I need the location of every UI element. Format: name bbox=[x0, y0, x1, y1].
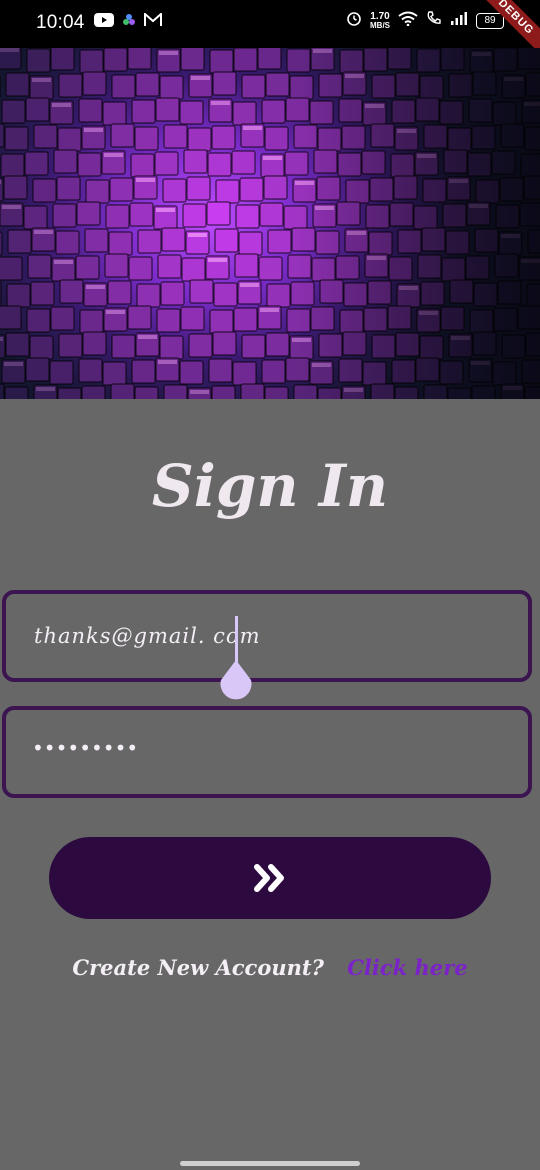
alarm-icon bbox=[346, 10, 362, 31]
home-indicator[interactable] bbox=[180, 1161, 360, 1166]
page-title: Sign In bbox=[151, 452, 389, 520]
call-icon bbox=[426, 10, 442, 31]
header-image bbox=[0, 48, 540, 399]
status-bar: 10:04 1.70 MB/S 89 DEBUG bbox=[0, 0, 540, 59]
signin-screen: 10:04 1.70 MB/S 89 DEBUG Sign In thanks@… bbox=[0, 0, 540, 1170]
password-input[interactable]: ••••••••• bbox=[32, 736, 138, 760]
cursor-handle-icon[interactable] bbox=[219, 660, 253, 700]
create-account-row: Create New Account? Click here bbox=[0, 955, 540, 980]
purple-cubes-wall-image bbox=[0, 48, 540, 399]
app-icon bbox=[122, 13, 136, 32]
net-speed-value: 1.70 bbox=[370, 10, 390, 22]
status-time: 10:04 bbox=[36, 12, 85, 33]
double-chevron-right-icon bbox=[254, 864, 284, 892]
signal-icon bbox=[450, 11, 468, 30]
status-left-icons bbox=[94, 11, 162, 32]
email-input[interactable] bbox=[34, 624, 504, 648]
password-field[interactable]: ••••••••• bbox=[2, 706, 532, 798]
email-field[interactable] bbox=[2, 590, 532, 682]
status-right-icons: 1.70 MB/S 89 bbox=[346, 10, 504, 31]
text-cursor bbox=[235, 616, 238, 664]
wifi-icon bbox=[398, 11, 418, 31]
click-here-link[interactable]: Click here bbox=[347, 955, 467, 980]
create-account-prompt: Create New Account? bbox=[72, 955, 324, 980]
net-speed-unit: MB/S bbox=[370, 20, 390, 30]
gmail-icon bbox=[144, 11, 162, 32]
battery-indicator: 89 bbox=[476, 12, 504, 29]
youtube-icon bbox=[94, 13, 114, 32]
net-speed: 1.70 MB/S bbox=[370, 10, 390, 30]
submit-button[interactable] bbox=[49, 837, 491, 919]
